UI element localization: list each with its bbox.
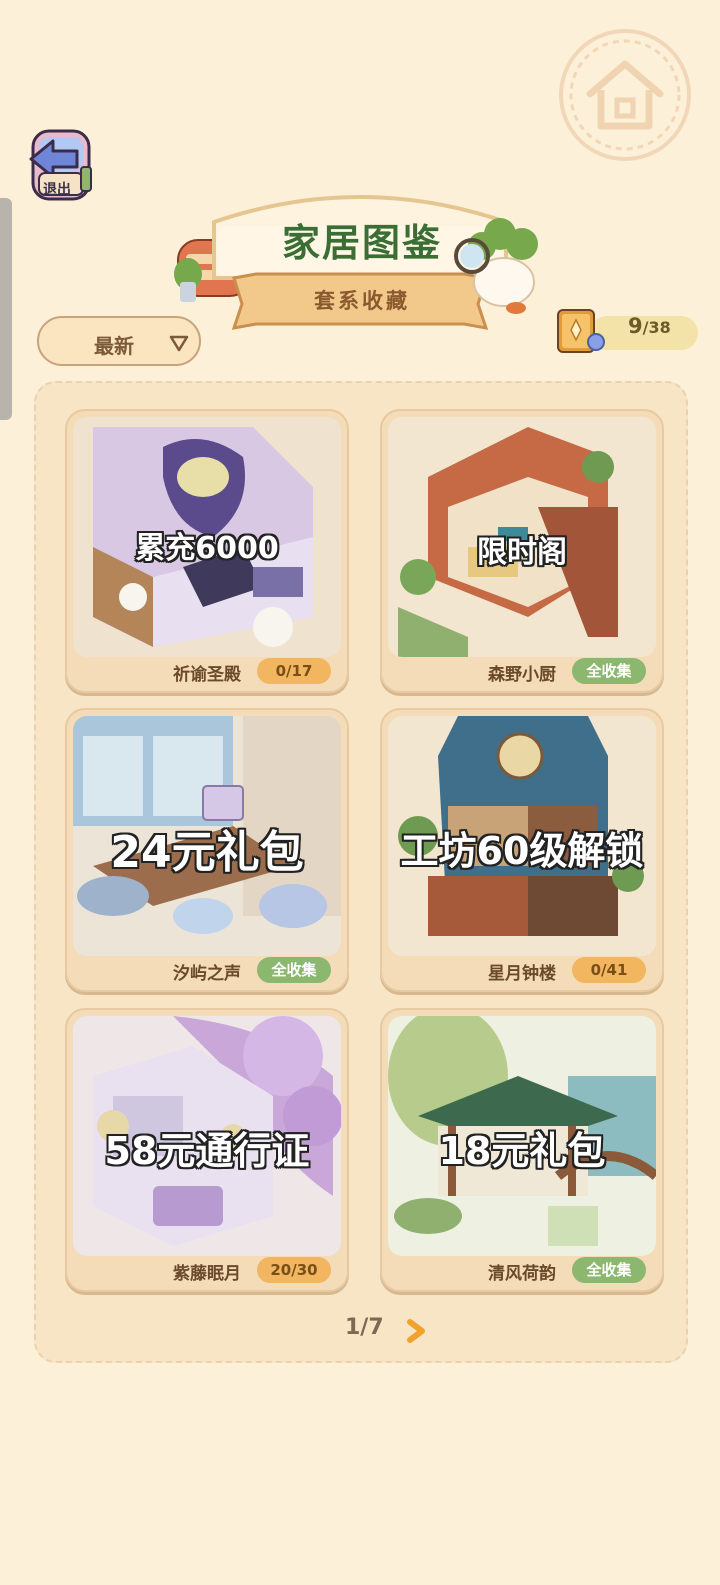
progress-badge: 0/17 (257, 658, 331, 684)
set-card-1[interactable]: 限时阁 森野小厨 全收集 (380, 409, 664, 693)
set-name: 汐屿之声 (173, 964, 241, 984)
set-card-3[interactable]: 工坊60级解锁 星月钟楼 0/41 (380, 708, 664, 992)
progress-badge: 20/30 (257, 1257, 331, 1283)
set-name: 清风荷韵 (488, 1264, 556, 1284)
unlock-condition: 累充6000 (135, 531, 279, 566)
set-card-2[interactable]: 24元礼包 汐屿之声 全收集 (65, 708, 349, 992)
set-name: 紫藤眠月 (173, 1264, 241, 1284)
unlock-condition: 限时阁 (477, 535, 567, 570)
set-card-5[interactable]: 18元礼包 清风荷韵 全收集 (380, 1008, 664, 1292)
unlock-condition: 18元礼包 (438, 1129, 606, 1173)
progress-count: 9/38 (628, 314, 671, 338)
set-name: 祈谕圣殿 (173, 665, 241, 685)
home-icon[interactable] (556, 28, 694, 162)
progress-badge: 0/41 (572, 957, 646, 983)
sort-label: 最新 (94, 334, 134, 358)
progress-badge: 全收集 (572, 1257, 646, 1283)
progress-badge: 全收集 (572, 658, 646, 684)
unlock-condition: 58元通行证 (104, 1129, 310, 1173)
chevron-down-icon (169, 335, 189, 352)
exit-label: 退出 (43, 182, 71, 198)
sort-dropdown[interactable]: 最新 (37, 316, 201, 366)
set-card-4[interactable]: 58元通行证 紫藤眠月 20/30 (65, 1008, 349, 1292)
page-title: 家居图鉴 (281, 221, 442, 265)
side-edge-handle[interactable] (0, 198, 12, 420)
set-name: 星月钟楼 (488, 964, 556, 984)
set-card-0[interactable]: 累充6000 祈谕圣殿 0/17 (65, 409, 349, 693)
page-subtitle: 套系收藏 (314, 289, 410, 313)
title-banner: 家居图鉴 套系收藏 (164, 182, 556, 352)
exit-button[interactable]: 退出 (25, 127, 97, 203)
set-name: 森野小厨 (488, 665, 556, 685)
chevron-right-icon[interactable] (404, 1318, 428, 1344)
unlock-condition: 工坊60级解锁 (400, 829, 644, 873)
page-indicator: 1/7 (345, 1315, 384, 1340)
collection-progress (552, 304, 700, 358)
unlock-condition: 24元礼包 (110, 827, 304, 878)
progress-badge: 全收集 (257, 957, 331, 983)
progress-total: /38 (642, 318, 671, 337)
progress-collected: 9 (628, 314, 643, 338)
